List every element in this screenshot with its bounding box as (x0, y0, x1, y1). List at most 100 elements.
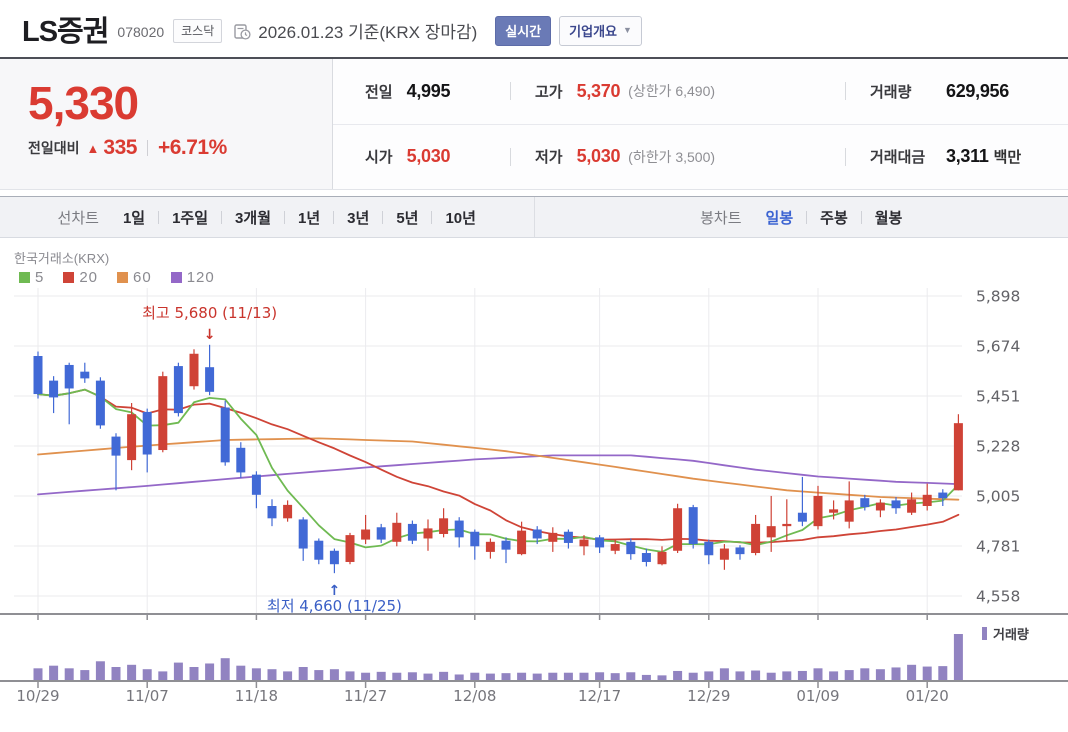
svg-text:12/08: 12/08 (453, 687, 496, 705)
ma20-legend-item: 20 (63, 269, 98, 286)
current-price-block: 5,330 전일대비 ▲ 335 +6.71% (0, 59, 333, 189)
current-price: 5,330 (28, 79, 332, 127)
tab-1year[interactable]: 1년 (298, 207, 320, 228)
price-change-row: 전일대비 ▲ 335 +6.71% (28, 136, 332, 160)
open-value: 5,030 (407, 146, 451, 167)
tab-separator (431, 211, 432, 224)
svg-text:최고 5,680 (11/13): 최고 5,680 (11/13) (142, 304, 277, 322)
change-percent: +6.71% (158, 136, 227, 160)
quote-table: 전일 4,995 고가 5,370 (상한가 6,490) 거래량 629,95… (333, 59, 1068, 189)
svg-text:5,674: 5,674 (976, 338, 1020, 356)
tab-monthly[interactable]: 월봉 (875, 207, 903, 228)
tab-separator (158, 211, 159, 224)
cell-divider (845, 148, 846, 166)
prev-close-cell: 전일 4,995 (333, 81, 510, 102)
low-label: 저가 (535, 146, 563, 167)
chart-tabbar: 선차트 1일 1주일 3개월 1년 3년 5년 10년 봉차트 일봉 주봉 월봉 (0, 196, 1068, 238)
svg-text:10/29: 10/29 (16, 687, 59, 705)
svg-text:5,005: 5,005 (976, 488, 1020, 506)
candle-chart-group-label: 봉차트 (700, 207, 741, 228)
svg-text:↓: ↓ (204, 327, 216, 343)
ma-legend: 5 20 60 120 (19, 269, 234, 286)
stock-title: LS증권 (22, 8, 108, 50)
candle-chart-tabs: 봉차트 일봉 주봉 월봉 (535, 197, 1068, 237)
quote-date: 2026.01.23 기준(KRX 장마감) (258, 18, 477, 43)
tab-1week[interactable]: 1주일 (172, 207, 208, 228)
table-row: 전일 4,995 고가 5,370 (상한가 6,490) 거래량 629,95… (333, 59, 1068, 125)
tab-weekly[interactable]: 주봉 (820, 207, 848, 228)
chart-canvas: 5,898 5,674 5,451 5,228 5,005 4,781 4,558 10/29… (0, 238, 1068, 732)
volume-value: 629,956 (946, 81, 1009, 102)
ma120-swatch-icon (171, 272, 182, 283)
cell-divider (510, 148, 511, 166)
trade-amount-label: 거래대금 (870, 146, 932, 167)
company-overview-button[interactable]: 기업개요 ▼ (559, 16, 642, 46)
high-value: 5,370 (577, 81, 621, 102)
open-label: 시가 (365, 146, 393, 167)
realtime-button[interactable]: 실시간 (495, 16, 551, 46)
svg-text:5,228: 5,228 (976, 438, 1020, 456)
ma5-legend-item: 5 (19, 269, 44, 286)
table-row: 시가 5,030 저가 5,030 (하한가 3,500) 거래대금 3,311… (333, 125, 1068, 190)
line-chart-tabs: 선차트 1일 1주일 3개월 1년 3년 5년 10년 (0, 197, 535, 237)
up-triangle-icon: ▲ (87, 141, 100, 156)
quote-strip: 5,330 전일대비 ▲ 335 +6.71% 전일 4,995 고가 5,37… (0, 57, 1068, 190)
company-overview-label: 기업개요 (569, 21, 617, 40)
svg-text:12/29: 12/29 (687, 687, 730, 705)
volume-cell: 거래량 629,956 (845, 81, 1068, 102)
tab-separator (806, 211, 807, 224)
market-badge: 코스닥 (173, 19, 222, 43)
chart-source-label: 한국거래소(KRX) (14, 248, 109, 267)
lower-limit: (하한가 3,500) (628, 147, 715, 167)
svg-text:01/09: 01/09 (796, 687, 839, 705)
tab-3year[interactable]: 3년 (347, 207, 369, 228)
upper-limit: (상한가 6,490) (628, 81, 715, 101)
tab-separator (861, 211, 862, 224)
tab-separator (382, 211, 383, 224)
svg-text:4,781: 4,781 (976, 538, 1020, 556)
tab-1day[interactable]: 1일 (123, 207, 145, 228)
svg-text:11/07: 11/07 (126, 687, 169, 705)
ma60-swatch-icon (117, 272, 128, 283)
change-divider (147, 140, 148, 156)
low-price-cell: 저가 5,030 (하한가 3,500) (510, 146, 845, 167)
trade-amount-unit: 백만 (994, 146, 1022, 167)
svg-text:5,898: 5,898 (976, 288, 1020, 306)
high-price-cell: 고가 5,370 (상한가 6,490) (510, 81, 845, 102)
svg-text:최저 4,660 (11/25): 최저 4,660 (11/25) (267, 597, 402, 615)
volume-label: 거래량 (870, 81, 932, 102)
tab-3month[interactable]: 3개월 (235, 207, 271, 228)
page-header: LS증권 078020 코스닥 2026.01.23 기준(KRX 장마감) 실… (0, 0, 1068, 57)
ma60-legend-item: 60 (117, 269, 152, 286)
volume-swatch-icon (982, 627, 987, 640)
change-label: 전일대비 (28, 138, 80, 158)
tab-10year[interactable]: 10년 (445, 207, 476, 228)
ma20-swatch-icon (63, 272, 74, 283)
svg-text:11/18: 11/18 (235, 687, 278, 705)
high-label: 고가 (535, 81, 563, 102)
clock-icon (234, 23, 251, 40)
stock-code: 078020 (117, 24, 164, 40)
svg-text:12/17: 12/17 (578, 687, 621, 705)
tab-daily[interactable]: 일봉 (766, 207, 794, 228)
ma120-legend-item: 120 (171, 269, 215, 286)
open-price-cell: 시가 5,030 (333, 146, 510, 167)
tab-5year[interactable]: 5년 (396, 207, 418, 228)
cell-divider (845, 82, 846, 100)
line-chart-group-label: 선차트 (58, 207, 99, 228)
prev-close-value: 4,995 (407, 81, 451, 102)
prev-close-label: 전일 (365, 81, 393, 102)
svg-text:4,558: 4,558 (976, 588, 1020, 606)
svg-text:01/20: 01/20 (906, 687, 949, 705)
tab-separator (333, 211, 334, 224)
chevron-down-icon: ▼ (623, 25, 632, 35)
low-value: 5,030 (577, 146, 621, 167)
trade-amount-cell: 거래대금 3,311 백만 (845, 146, 1068, 167)
change-value: 335 (103, 136, 137, 160)
volume-legend: 거래량 (982, 624, 1029, 643)
cell-divider (510, 82, 511, 100)
trade-amount-value: 3,311 (946, 146, 989, 167)
candlestick-chart: 한국거래소(KRX) 5 20 60 120 거래량 5,898 5,674 5,4… (0, 238, 1068, 732)
svg-text:5,451: 5,451 (976, 388, 1020, 406)
ma5-swatch-icon (19, 272, 30, 283)
